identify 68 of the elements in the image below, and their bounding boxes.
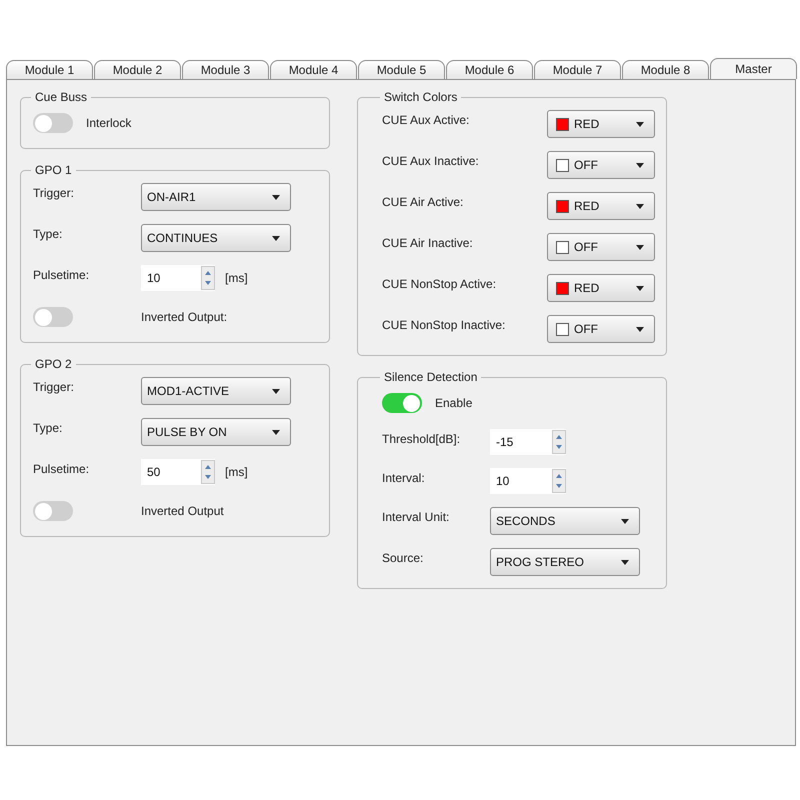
dropdown[interactable]: RED bbox=[547, 274, 655, 302]
dropdown-caret-icon bbox=[272, 236, 280, 240]
dropdown-caret-icon bbox=[636, 286, 644, 290]
field-label: Pulsetime: bbox=[33, 267, 90, 284]
spinner-arrows-icon[interactable] bbox=[201, 266, 215, 290]
spinner-arrows-icon[interactable] bbox=[552, 430, 566, 454]
switch-label: Inverted Output: bbox=[141, 309, 228, 326]
toggle-switch[interactable] bbox=[33, 307, 73, 327]
dropdown-caret-icon bbox=[636, 162, 644, 168]
unit-label: [ms] bbox=[225, 464, 248, 481]
group-title: Silence Detection bbox=[383, 369, 478, 386]
dropdown[interactable]: OFF bbox=[547, 315, 655, 343]
dropdown[interactable]: RED bbox=[547, 192, 655, 220]
dropdown-caret-icon bbox=[272, 430, 280, 434]
field-label: Type: bbox=[33, 226, 64, 243]
field-label: CUE Aux Active: bbox=[382, 112, 470, 129]
tab[interactable]: Master bbox=[710, 58, 797, 79]
switch-label: Enable bbox=[435, 395, 472, 412]
dropdown[interactable]: OFF bbox=[547, 233, 655, 261]
dropdown-caret-icon bbox=[621, 560, 629, 564]
dropdown[interactable]: OFF bbox=[547, 151, 655, 179]
tab[interactable]: Module 5 bbox=[358, 60, 445, 79]
tab[interactable]: Module 3 bbox=[182, 60, 269, 79]
dropdown-caret-icon bbox=[272, 194, 280, 200]
group-title: GPO 1 bbox=[34, 162, 73, 179]
field-label: Pulsetime: bbox=[33, 461, 90, 478]
field-label: Source: bbox=[382, 550, 424, 567]
tab[interactable]: Module 6 bbox=[446, 60, 533, 79]
group-title: Switch Colors bbox=[383, 89, 458, 106]
dropdown-caret-icon bbox=[636, 204, 644, 208]
dropdown[interactable]: PULSE BY ON bbox=[141, 418, 291, 446]
toggle-switch[interactable] bbox=[382, 393, 422, 413]
field-label: CUE Air Inactive: bbox=[382, 235, 474, 252]
dropdown[interactable]: ON-AIR1 bbox=[141, 183, 291, 211]
toggle-switch[interactable] bbox=[33, 113, 73, 133]
dropdown[interactable]: PROG STEREO bbox=[490, 548, 640, 576]
dropdown[interactable]: SECONDS bbox=[490, 507, 640, 535]
dropdown[interactable]: MOD1-ACTIVE bbox=[141, 377, 291, 405]
field-label: CUE Air Active: bbox=[382, 194, 464, 211]
tab[interactable]: Module 7 bbox=[534, 60, 621, 79]
field-label: Threshold[dB]: bbox=[382, 431, 462, 448]
field-label: CUE NonStop Inactive: bbox=[382, 317, 506, 334]
field-label: Trigger: bbox=[33, 379, 75, 396]
field-label: Interval Unit: bbox=[382, 509, 450, 526]
tab[interactable]: Module 1 bbox=[6, 60, 93, 79]
field-label: Interval: bbox=[382, 470, 426, 487]
dropdown[interactable]: CONTINUES bbox=[141, 224, 291, 252]
field-label: CUE NonStop Active: bbox=[382, 276, 498, 293]
field-label: Trigger: bbox=[33, 185, 75, 202]
dropdown-caret-icon bbox=[636, 326, 644, 332]
dropdown-caret-icon bbox=[636, 122, 644, 126]
dropdown-caret-icon bbox=[636, 244, 644, 250]
field-label: CUE Aux Inactive: bbox=[382, 153, 480, 170]
switch-label: Interlock bbox=[86, 115, 132, 132]
spinner-arrows-icon[interactable] bbox=[552, 469, 566, 493]
dropdown[interactable]: RED bbox=[547, 110, 655, 138]
group-title: Cue Buss bbox=[34, 89, 88, 106]
tab[interactable]: Module 8 bbox=[622, 60, 709, 79]
tab[interactable]: Module 4 bbox=[270, 60, 357, 79]
unit-label: [ms] bbox=[225, 270, 248, 287]
field-label: Type: bbox=[33, 420, 64, 437]
dropdown-caret-icon bbox=[272, 388, 280, 394]
dropdown-caret-icon bbox=[621, 518, 629, 524]
tab[interactable]: Module 2 bbox=[94, 60, 181, 79]
switch-label: Inverted Output bbox=[141, 503, 224, 520]
group-title: GPO 2 bbox=[34, 356, 73, 373]
spinner-arrows-icon[interactable] bbox=[201, 460, 215, 484]
toggle-switch[interactable] bbox=[33, 501, 73, 521]
